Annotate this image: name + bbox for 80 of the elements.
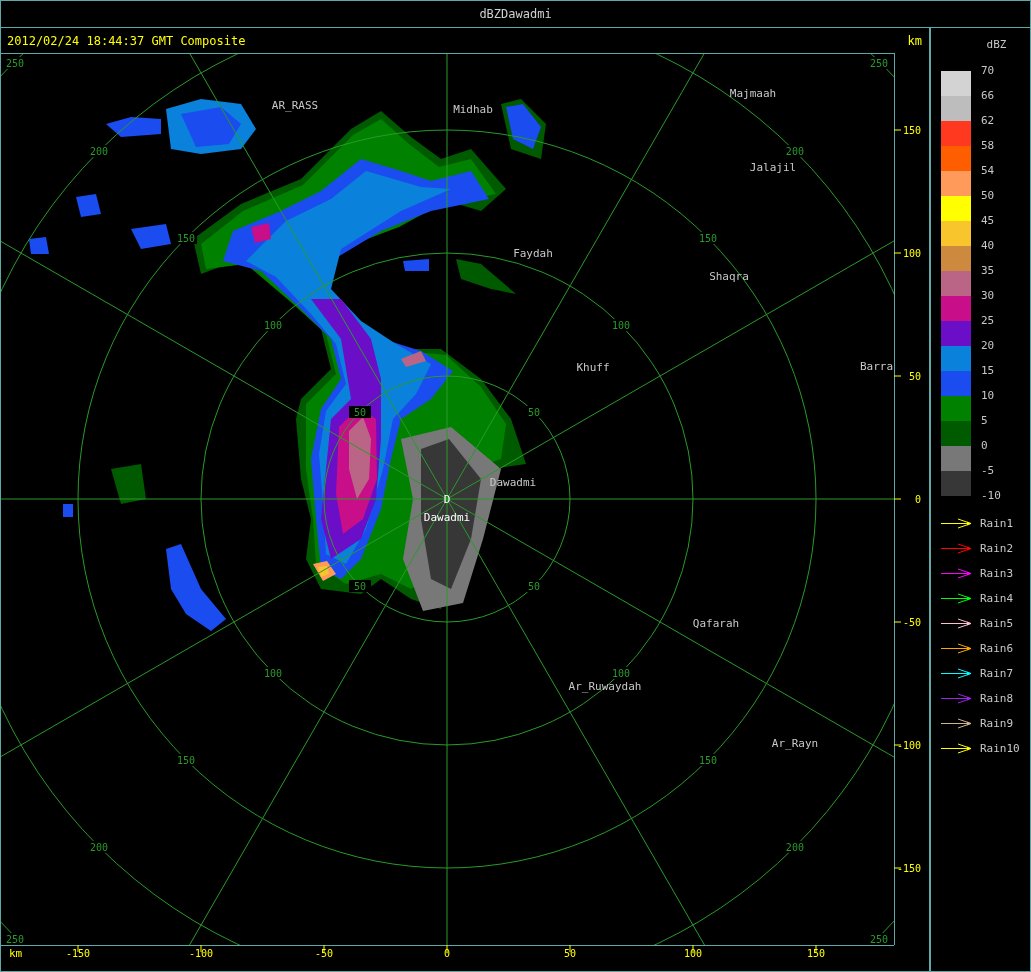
legend-label: Rain2 — [980, 542, 1014, 555]
legend-label: Rain3 — [980, 567, 1014, 580]
city-label: Faydah — [513, 247, 553, 260]
scale-label: 50 — [981, 190, 995, 202]
range-label: 250 — [869, 934, 889, 945]
range-label: 100 — [264, 320, 283, 332]
city-label: AR_RASS — [271, 99, 319, 112]
scale-label: 25 — [981, 315, 995, 327]
axis-tick-label: 0 — [914, 494, 921, 505]
axis-tick-label: -150 — [896, 863, 921, 874]
scale-label: -5 — [981, 465, 995, 477]
range-label: 200 — [90, 841, 109, 853]
range-label: 200 — [785, 146, 804, 158]
scale-label: 10 — [981, 390, 995, 402]
range-label: 150 — [177, 754, 196, 766]
legend-label: Rain6 — [980, 642, 1014, 655]
range-label: 50 — [527, 580, 540, 592]
scale-label: 40 — [981, 240, 995, 252]
axis-tick-label: 150 — [902, 125, 921, 136]
scale-label: 62 — [981, 115, 995, 127]
axis-tick-label: 50 — [908, 371, 921, 382]
city-label: Midhab — [453, 103, 493, 116]
scale-label: 70 — [981, 65, 995, 77]
axis-unit-label: km — [9, 947, 23, 960]
timestamp-label: 2012/02/24 18:44:37 GMT Composite — [7, 33, 246, 48]
range-label: 50 — [354, 407, 367, 419]
range-label: 200 — [90, 146, 109, 158]
scale-label: 15 — [981, 365, 995, 377]
city-label: Qafarah — [692, 617, 740, 630]
legend-label: Rain9 — [980, 717, 1014, 730]
scale-label: 66 — [981, 90, 995, 102]
axis-unit-label: km — [907, 33, 922, 48]
city-label: Khuff — [576, 361, 610, 374]
scale-label: 58 — [981, 140, 995, 152]
legend-label: Rain4 — [980, 592, 1014, 605]
scale-label: 54 — [981, 165, 995, 177]
scale-label: 35 — [981, 265, 995, 277]
legend-label: Rain5 — [980, 617, 1014, 630]
city-label: Barra — [860, 360, 894, 373]
range-label: 100 — [264, 667, 283, 679]
range-label: 100 — [611, 320, 630, 332]
radar-site-label: Dawadmi — [423, 511, 471, 524]
axis-tick-label: -50 — [314, 948, 334, 959]
range-label: 200 — [785, 841, 804, 853]
scale-label: 0 — [981, 440, 988, 452]
legend-label: Rain1 — [980, 517, 1014, 530]
axis-tick-label: 50 — [564, 948, 576, 959]
range-label: 50 — [354, 580, 367, 592]
axis-tick-label: 0 — [444, 948, 450, 959]
scale-label: 45 — [981, 215, 995, 227]
range-label: 250 — [869, 58, 889, 69]
legend-label: Rain8 — [980, 692, 1014, 705]
range-label: 150 — [177, 233, 196, 245]
city-label: Jalajil — [749, 161, 797, 174]
window-title: dBZDawadmi — [479, 7, 552, 21]
range-label: 50 — [527, 407, 540, 419]
axis-tick-label: 100 — [683, 948, 703, 959]
range-label: 100 — [611, 667, 630, 679]
range-label: 250 — [5, 58, 25, 69]
range-label: 150 — [698, 754, 717, 766]
radar-site-marker: D — [443, 493, 451, 506]
city-label: Majmaah — [729, 87, 777, 100]
scale-label: 5 — [981, 415, 988, 427]
axis-tick-label: -50 — [902, 617, 921, 628]
legend-title: dBZ — [986, 38, 1007, 51]
axis-tick-label: -150 — [65, 948, 91, 959]
city-label: Shaqra — [709, 270, 749, 283]
axis-tick-label: -100 — [896, 740, 921, 751]
scale-label: 30 — [981, 290, 995, 302]
axis-tick-label: 100 — [902, 248, 921, 259]
city-label: Ar_Ruwaydah — [568, 680, 642, 693]
legend-label: Rain7 — [980, 667, 1014, 680]
axis-tick-label: -100 — [188, 948, 214, 959]
range-label: 150 — [698, 233, 717, 245]
axis-tick-label: 150 — [806, 948, 826, 959]
city-label: Ar_Rayn — [771, 737, 819, 750]
range-label: 250 — [5, 934, 25, 945]
scale-label: 20 — [981, 340, 995, 352]
legend-label: Rain10 — [980, 742, 1020, 755]
scale-label: -10 — [981, 490, 1001, 502]
